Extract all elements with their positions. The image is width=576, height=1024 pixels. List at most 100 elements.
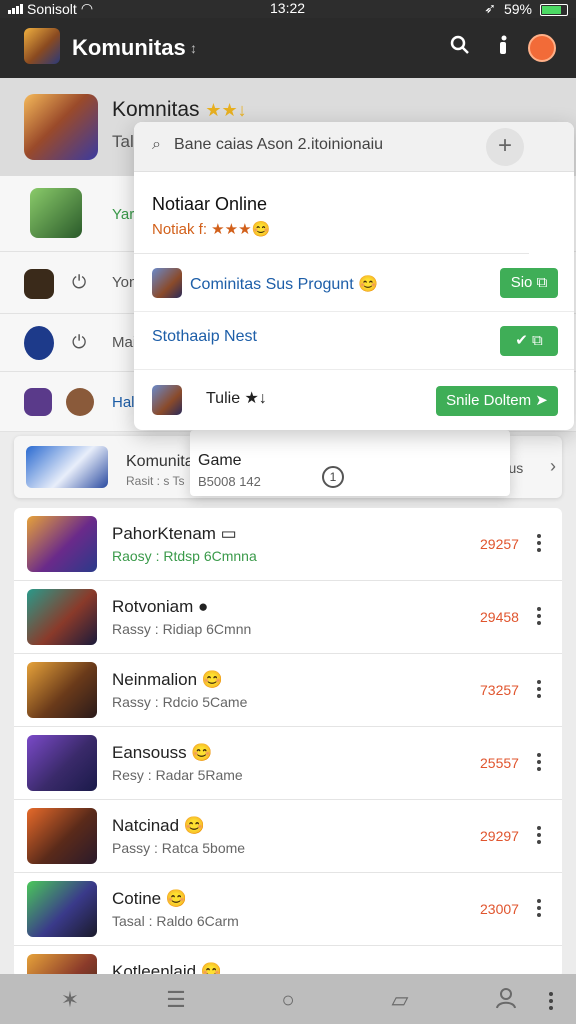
tooltip-title: Game	[198, 452, 242, 469]
tooltip-subtitle: B5008 142	[198, 474, 261, 489]
game-list: PahorKtenam ▭ Raosy : Rtdsp 6Cmnna 29257…	[14, 508, 562, 978]
more-icon[interactable]	[536, 899, 542, 920]
popup-row-label: Cominitas Sus Progunt 😊	[190, 276, 378, 293]
info-icon[interactable]: 1	[322, 466, 344, 488]
sparkle-icon[interactable]: ✶	[56, 986, 84, 1014]
bottom-nav: ✶ ☰ ○ ▱	[0, 974, 576, 1024]
list-item-name: Eansouss 😊	[112, 743, 213, 762]
more-icon[interactable]	[536, 607, 542, 628]
featured-subtitle: Rasit : s Ts	[126, 474, 185, 488]
token-icon	[66, 388, 94, 416]
clock: 13:22	[270, 0, 306, 16]
status-right: ➶ 59%	[484, 0, 568, 17]
search-icon: ⌕	[152, 136, 161, 153]
popup-search-text: Bane caias Ason 2.itoinionaiu	[174, 136, 384, 153]
status-bar: Sonisolt ◠ 13:22 ➶ 59%	[0, 0, 576, 18]
popup-header: Notiaar Online Notiak f: ★★★😊	[134, 172, 529, 254]
carrier-name: Sonisolt	[27, 0, 77, 17]
confirm-button[interactable]: ✔ ⧉	[500, 326, 558, 356]
power-icon[interactable]: ⏻	[72, 332, 86, 353]
list-item[interactable]: Neinmalion 😊 Rassy : Rdcio 5Came 73257	[14, 654, 562, 727]
search-icon[interactable]	[446, 34, 474, 62]
power-icon[interactable]: ⏻	[72, 272, 86, 293]
list-item-subtitle: Rassy : Rdcio 5Came	[112, 694, 248, 710]
app-bar: Komunitas ↕	[0, 18, 576, 78]
notification-popup: ⌕ Bane caias Ason 2.itoinionaiu + Notiaa…	[134, 122, 574, 430]
popup-subtitle: Notiak f: ★★★😊	[152, 221, 271, 238]
list-item-value: 73257	[480, 682, 519, 698]
list-item-subtitle: Raosy : Rtdsp 6Cmnna	[112, 548, 257, 564]
row-thumbnail	[30, 188, 82, 238]
list-item-value: 25557	[480, 755, 519, 771]
battery-icon	[540, 3, 568, 16]
list-thumbnail	[27, 881, 97, 937]
list-item-value: 29257	[480, 536, 519, 552]
list-item-name: Natcinad 😊	[112, 816, 205, 835]
more-icon[interactable]	[536, 826, 542, 847]
list-item-subtitle: Tasal : Raldo 6Carm	[112, 913, 239, 929]
list-thumbnail	[27, 589, 97, 645]
title-sort-icon[interactable]: ↕	[190, 40, 197, 56]
popup-row[interactable]: Tulie ★↓ Snile Doltem ➤	[134, 370, 574, 430]
list-item[interactable]: Eansouss 😊 Resy : Radar 5Rame 25557	[14, 727, 562, 800]
list-item-name: Cotine 😊	[112, 889, 188, 908]
popup-row[interactable]: Cominitas Sus Progunt 😊 Sio ⧉	[134, 254, 574, 312]
app-logo[interactable]	[24, 28, 60, 64]
shield-icon	[24, 326, 54, 360]
list-item-subtitle: Rassy : Ridiap 6Cmnn	[112, 621, 252, 637]
row-label: Hal	[112, 394, 135, 411]
smile-button[interactable]: Snile Doltem ➤	[436, 386, 558, 416]
list-thumbnail	[27, 516, 97, 572]
list-thumbnail	[27, 735, 97, 791]
profile-icon[interactable]	[492, 986, 520, 1014]
community-name: Komnitas ★★↓	[112, 98, 247, 121]
more-icon[interactable]	[536, 680, 542, 701]
community-subtitle: Tal	[112, 132, 134, 151]
list-item[interactable]: Rotvoniam ● Rassy : Ridiap 6Cmnn 29458	[14, 581, 562, 654]
add-icon[interactable]: +	[486, 128, 524, 166]
list-item-name: Rotvoniam ●	[112, 597, 209, 616]
list-item-value: 29458	[480, 609, 519, 625]
row-thumbnail	[152, 385, 182, 415]
more-icon[interactable]	[536, 753, 542, 774]
app-title: Komunitas	[72, 35, 186, 60]
list-item[interactable]: Natcinad 😊 Passy : Ratca 5bome 29297	[14, 800, 562, 873]
row-label: Mai	[112, 334, 137, 351]
bag-icon[interactable]: ▱	[386, 986, 414, 1014]
apps-grid-icon	[24, 269, 54, 299]
location-icon: ➶	[484, 0, 496, 16]
wifi-icon: ◠	[80, 0, 94, 16]
popup-search-bar[interactable]: ⌕ Bane caias Ason 2.itoinionaiu +	[134, 122, 574, 172]
menu-icon[interactable]: ☰	[162, 986, 190, 1014]
more-icon[interactable]	[536, 534, 542, 555]
tools-icon	[24, 388, 52, 416]
person-icon[interactable]	[488, 34, 516, 62]
featured-thumbnail	[26, 446, 108, 488]
list-thumbnail	[27, 808, 97, 864]
list-item-name: Neinmalion 😊	[112, 670, 223, 689]
popup-row-label: Stothaaip Nest	[152, 328, 257, 345]
popup-title: Notiaar Online	[152, 194, 268, 214]
list-item-value: 23007	[480, 901, 519, 917]
profile-avatar[interactable]	[528, 34, 556, 62]
list-item-subtitle: Passy : Ratca 5bome	[112, 840, 246, 856]
list-item-subtitle: Resy : Radar 5Rame	[112, 767, 243, 783]
game-tooltip: Game B5008 142 1	[190, 430, 510, 496]
list-item-name: PahorKtenam ▭	[112, 524, 237, 543]
popup-row[interactable]: Stothaaip Nest ✔ ⧉	[134, 312, 574, 370]
list-thumbnail	[27, 662, 97, 718]
list-item[interactable]: Cotine 😊 Tasal : Raldo 6Carm 23007	[14, 873, 562, 946]
battery-percent: 59%	[503, 0, 532, 17]
row-thumbnail	[152, 268, 182, 298]
chevron-right-icon[interactable]: ›	[550, 456, 556, 477]
more-icon[interactable]	[548, 992, 554, 1013]
status-left: Sonisolt ◠	[8, 0, 93, 17]
join-button[interactable]: Sio ⧉	[500, 268, 558, 298]
community-badges: ★★↓	[205, 100, 247, 120]
list-item-value: 29297	[480, 828, 519, 844]
signal-icon	[8, 3, 23, 14]
row-label: Yar	[112, 206, 135, 223]
list-item[interactable]: PahorKtenam ▭ Raosy : Rtdsp 6Cmnna 29257	[14, 508, 562, 581]
community-thumbnail[interactable]	[24, 94, 98, 160]
home-circle-icon[interactable]: ○	[274, 986, 302, 1014]
